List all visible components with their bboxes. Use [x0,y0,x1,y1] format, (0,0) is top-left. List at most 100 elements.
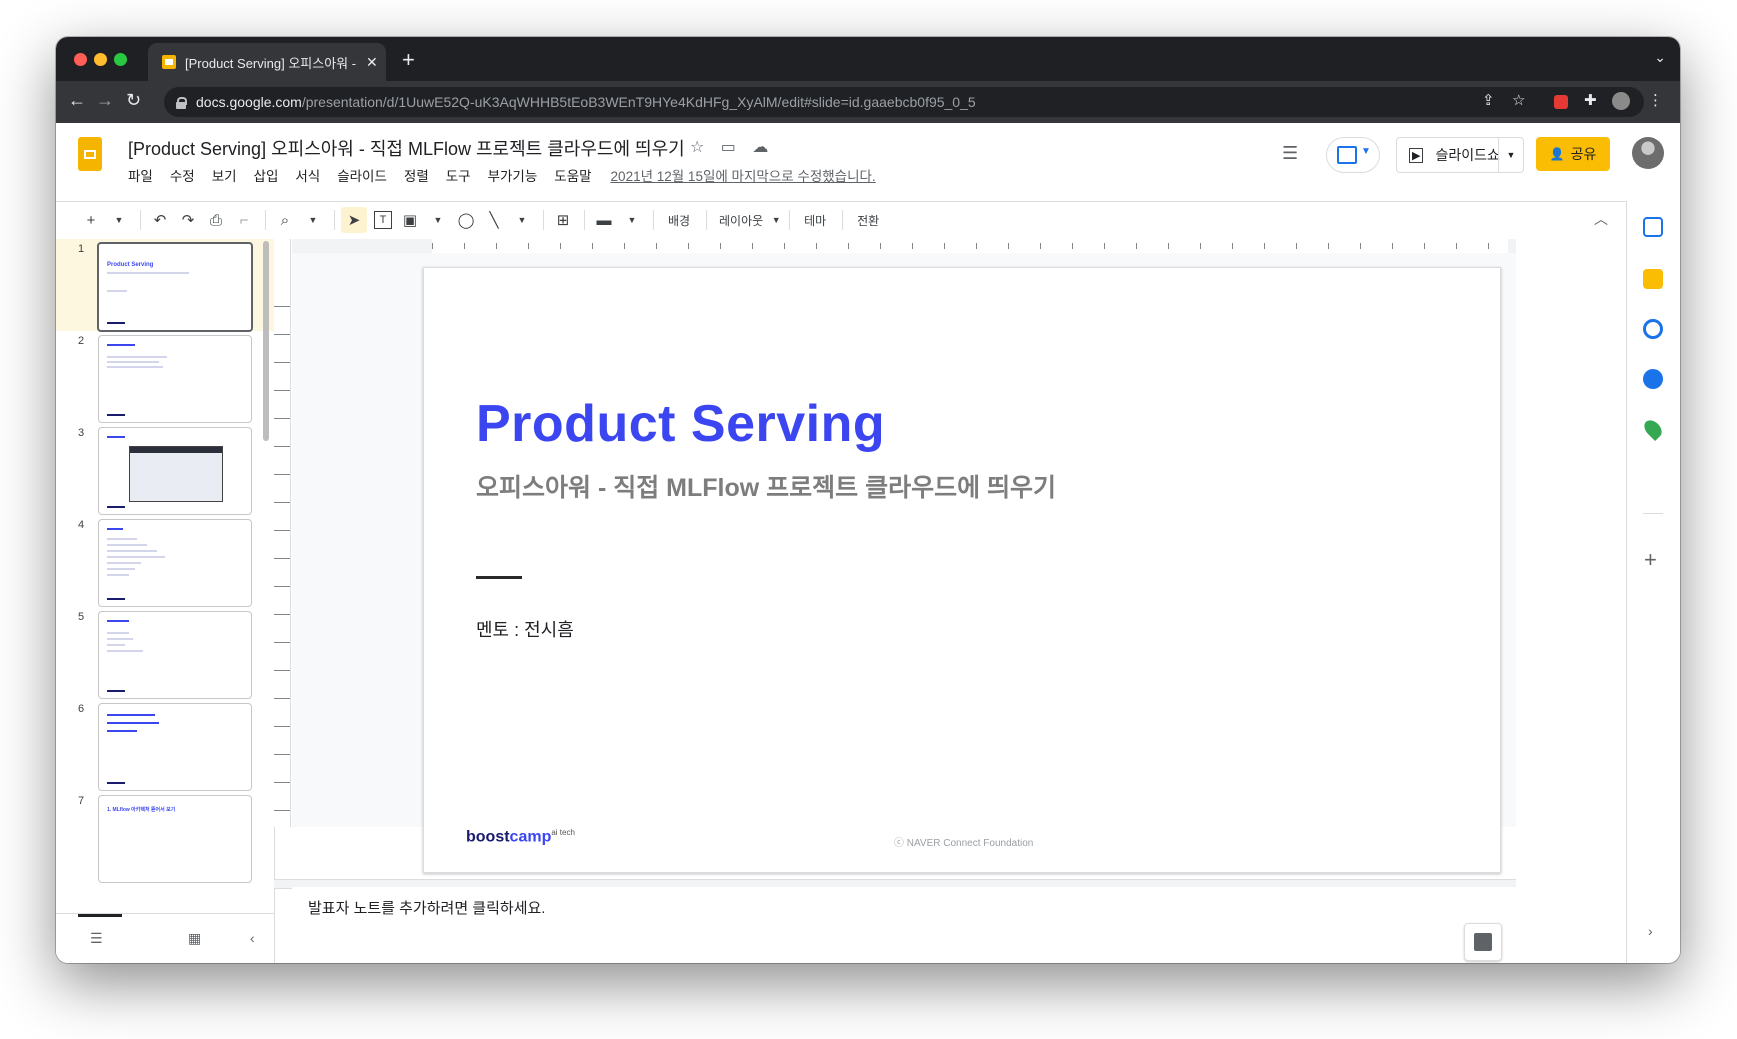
address-bar[interactable]: docs.google.com/presentation/d/1UuwE52Q-… [164,87,1644,117]
browser-tab[interactable]: [Product Serving] 오피스아워 - 직 ✕ [148,43,386,81]
expand-side-panel-icon[interactable]: › [1648,923,1653,939]
comments-icon[interactable]: ☰ [1282,143,1298,164]
tab-close-icon[interactable]: ✕ [366,54,378,71]
text-box-icon[interactable]: T [374,211,392,229]
menu-insert[interactable]: 삽입 [254,165,279,185]
forward-icon[interactable]: → [96,90,114,111]
reload-icon[interactable]: ↻ [126,90,141,111]
vertical-ruler [274,239,291,827]
present-options-button[interactable]: ▼ [1326,137,1380,173]
tab-search-icon[interactable]: ⌄ [1654,49,1666,66]
minimize-window-button[interactable] [94,53,107,66]
calendar-icon[interactable] [1643,217,1663,237]
menu-addons[interactable]: 부가기능 [488,165,538,185]
filmstrip-slide[interactable]: 6 [56,699,274,791]
transition-button[interactable]: 전환 [849,207,887,233]
menu-arrange[interactable]: 정렬 [404,165,429,185]
maps-icon[interactable] [1640,416,1666,442]
contacts-icon[interactable] [1643,369,1663,389]
slide-thumbnail[interactable] [98,519,252,607]
new-slide-dropdown-icon[interactable]: ▼ [106,207,132,233]
input-tools-icon[interactable]: ▬ [591,207,617,233]
menu-tools[interactable]: 도구 [446,165,471,185]
close-window-button[interactable] [74,53,87,66]
collapse-toolbar-icon[interactable]: ︿ [1594,209,1608,229]
extension-red-icon[interactable] [1554,95,1568,109]
add-comment-icon[interactable]: ⊞ [550,207,576,233]
menu-view[interactable]: 보기 [212,165,237,185]
image-icon[interactable]: ▣ [397,207,423,233]
line-icon[interactable]: ╲ [481,207,507,233]
slide-number: 4 [78,519,85,531]
zoom-icon[interactable]: ⌕ [272,207,298,233]
filmstrip-slide[interactable]: 2 [56,331,274,423]
slide-thumbnail[interactable] [98,427,252,515]
profile-avatar-icon[interactable] [1612,92,1630,110]
filmstrip-view-icon[interactable]: ☰ [90,930,103,947]
slide-thumbnail[interactable]: 1. MLflow 아키텍처 뜯어서 보기 [98,795,252,883]
slide-mentor-text[interactable]: 멘토 : 전시흠 [476,616,574,642]
keep-icon[interactable] [1643,269,1663,289]
menu-format[interactable]: 서식 [295,165,320,185]
last-edit-link[interactable]: 2021년 12월 15일에 마지막으로 수정했습니다. [611,165,876,185]
slide-thumbnail[interactable] [98,703,252,791]
filmstrip-slide[interactable]: 1 Product Serving [56,239,274,332]
explore-icon[interactable] [1464,923,1502,961]
menu-slide[interactable]: 슬라이드 [337,165,387,185]
horizontal-ruler [292,239,1516,254]
menu-edit[interactable]: 수정 [170,165,195,185]
slide-number: 6 [78,703,85,715]
line-dropdown-icon[interactable]: ▼ [509,207,535,233]
menu-help[interactable]: 도움말 [554,165,591,185]
back-icon[interactable]: ← [68,90,86,111]
current-slide[interactable]: Product Serving 오피스아워 - 직접 MLFlow 프로젝트 클… [423,267,1501,873]
collapse-filmstrip-icon[interactable]: ‹ [250,930,255,946]
print-icon[interactable]: ⎙ [203,207,229,233]
bookmark-star-icon[interactable]: ☆ [1512,91,1525,109]
move-folder-icon[interactable]: ▭ [721,139,736,156]
slide-title[interactable]: Product Serving [476,394,885,454]
account-avatar[interactable] [1632,137,1664,169]
background-button[interactable]: 배경 [660,207,698,233]
shape-icon[interactable]: ◯ [453,207,479,233]
select-cursor-icon[interactable]: ➤ [341,207,367,233]
input-tools-dropdown-icon[interactable]: ▼ [619,207,645,233]
cloud-saved-icon[interactable]: ☁ [752,139,768,156]
slide-subtitle[interactable]: 오피스아워 - 직접 MLFlow 프로젝트 클라우드에 띄우기 [476,468,1056,504]
slideshow-dropdown-icon[interactable]: ▼ [1498,138,1523,172]
theme-button[interactable]: 테마 [796,207,834,233]
filmstrip-slide[interactable]: 7 1. MLflow 아키텍처 뜯어서 보기 [56,791,274,883]
new-tab-button[interactable]: + [402,47,415,73]
new-slide-icon[interactable]: + [78,207,104,233]
redo-icon[interactable]: ↷ [175,207,201,233]
tasks-icon[interactable] [1643,319,1663,339]
slides-logo-icon[interactable] [78,137,102,171]
grid-view-icon[interactable]: ▦ [188,930,201,947]
notes-placeholder[interactable]: 발표자 노트를 추가하려면 클릭하세요. [308,897,545,918]
slideshow-button[interactable]: ▶ 슬라이드쇼 ▼ [1396,137,1524,173]
slide-thumbnail[interactable] [98,335,252,423]
speaker-notes[interactable]: 발표자 노트를 추가하려면 클릭하세요. [292,887,1516,963]
toolbar-divider [140,210,141,230]
filmstrip-slide[interactable]: 3 [56,423,274,515]
zoom-dropdown-icon[interactable]: ▼ [300,207,326,233]
menu-file[interactable]: 파일 [128,165,153,185]
filmstrip-slide[interactable]: 4 [56,515,274,607]
layout-dropdown-icon[interactable]: ▼ [771,207,781,233]
slide-thumbnail[interactable]: Product Serving [97,242,253,332]
extensions-puzzle-icon[interactable]: ✚ [1584,91,1597,109]
document-title[interactable]: [Product Serving] 오피스아워 - 직접 MLFlow 프로젝트… [128,135,685,161]
share-button[interactable]: 👤 공유 [1536,137,1610,171]
add-addon-icon[interactable]: + [1644,547,1657,573]
slide-thumbnail[interactable] [98,611,252,699]
image-dropdown-icon[interactable]: ▼ [425,207,451,233]
filmstrip-slide[interactable]: 5 [56,607,274,699]
star-icon[interactable]: ☆ [690,139,704,156]
layout-button[interactable]: 레이아웃 [713,207,769,233]
paint-format-icon[interactable]: ⌐ [231,207,257,233]
maximize-window-button[interactable] [114,53,127,66]
chrome-menu-icon[interactable]: ⋮ [1648,91,1663,109]
share-page-icon[interactable]: ⇪ [1482,91,1495,109]
undo-icon[interactable]: ↶ [147,207,173,233]
filmstrip-scrollbar[interactable] [263,241,269,441]
